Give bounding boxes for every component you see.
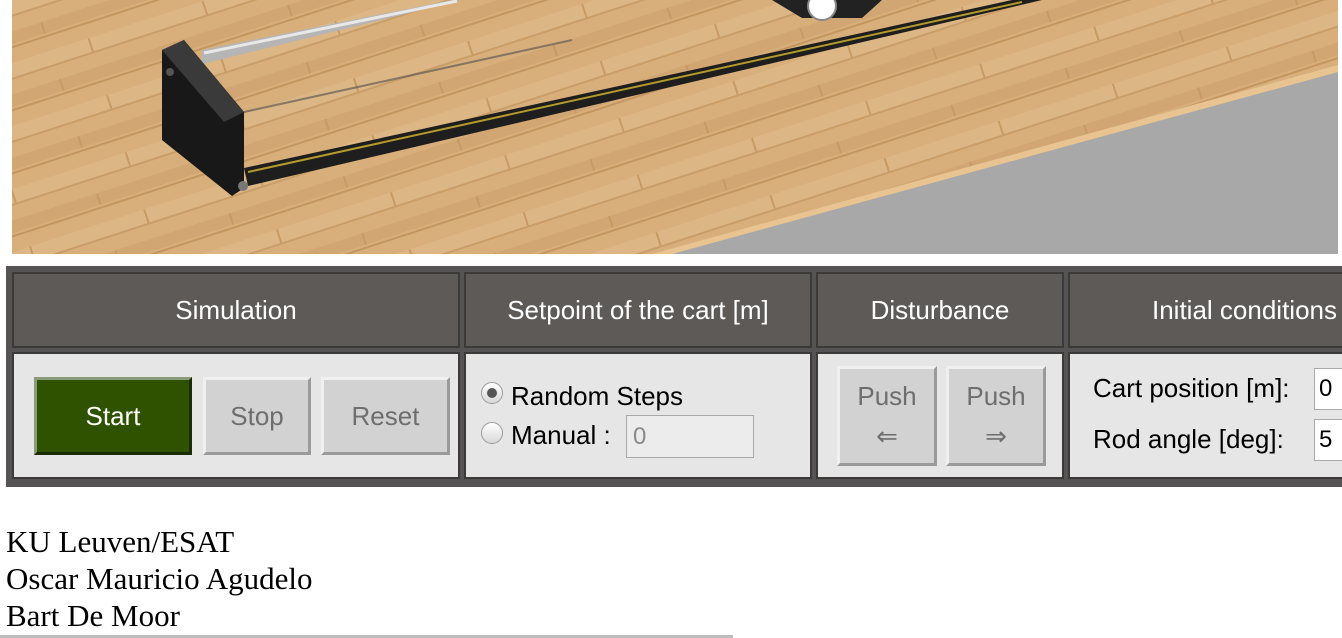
start-button[interactable]: Start	[34, 377, 192, 455]
credit-institution: KU Leuven/ESAT	[6, 524, 235, 559]
simulation-3d-view	[12, 0, 1338, 254]
setpoint-cell: Random Steps Manual :	[464, 352, 812, 479]
random-steps-label: Random Steps	[511, 381, 683, 411]
credits: KU Leuven/ESAT Oscar Mauricio Agudelo Ba…	[6, 523, 312, 634]
arrow-left-icon: ⇐	[876, 421, 898, 451]
manual-radio[interactable]	[481, 422, 503, 444]
disturbance-cell: Push ⇐ Push ⇒	[816, 352, 1064, 479]
random-steps-radio[interactable]	[481, 382, 503, 404]
header-disturbance: Disturbance	[816, 272, 1064, 348]
arrow-right-icon: ⇒	[985, 421, 1007, 451]
stop-button[interactable]: Stop	[203, 377, 311, 455]
header-setpoint: Setpoint of the cart [m]	[464, 272, 812, 348]
control-panel: Simulation Setpoint of the cart [m] Dist…	[6, 266, 1342, 487]
header-simulation: Simulation	[12, 272, 460, 348]
simulation-cell: Start Stop Reset	[12, 352, 460, 479]
reset-button[interactable]: Reset	[321, 377, 450, 455]
manual-setpoint-field[interactable]	[626, 415, 754, 458]
push-right-button[interactable]: Push ⇒	[946, 366, 1046, 466]
manual-label: Manual :	[511, 420, 611, 450]
push-left-button[interactable]: Push ⇐	[837, 366, 937, 466]
credit-author-1: Oscar Mauricio Agudelo	[6, 561, 313, 596]
rod-angle-label: Rod angle [deg]:	[1093, 424, 1284, 454]
cart-position-label: Cart position [m]:	[1093, 373, 1290, 403]
rod-angle-field[interactable]	[1314, 419, 1342, 461]
header-initial-conditions: Initial conditions	[1068, 272, 1342, 348]
credit-author-2: Bart De Moor	[6, 598, 180, 633]
initial-conditions-cell: Cart position [m]: Rod angle [deg]:	[1068, 352, 1342, 479]
cart-position-field[interactable]	[1314, 368, 1342, 410]
